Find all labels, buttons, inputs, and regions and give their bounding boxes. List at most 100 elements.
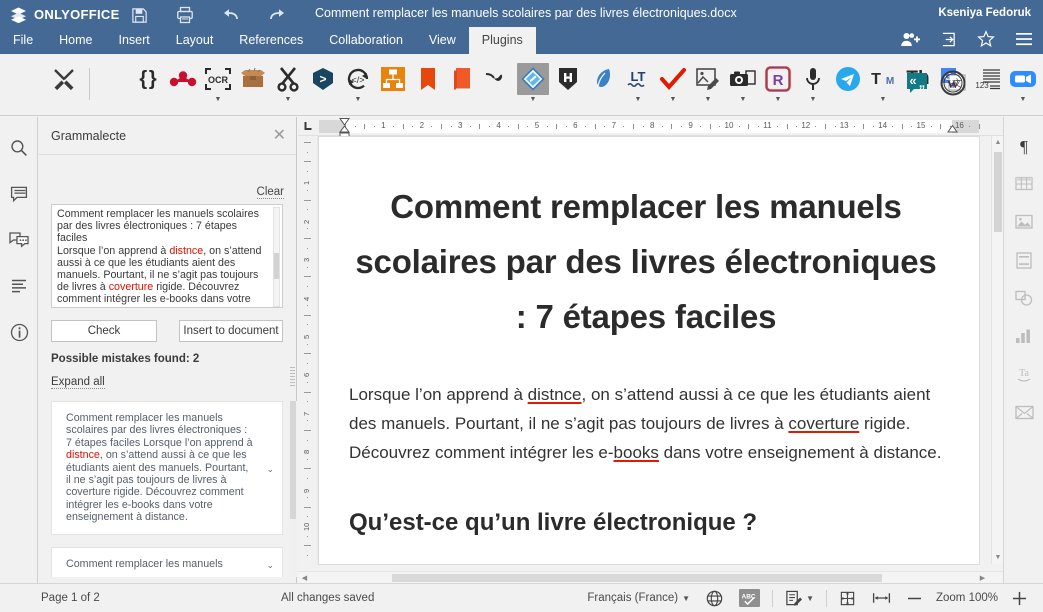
plugin-count-lines-icon[interactable]: 123 [968, 58, 1008, 108]
chevron-down-icon[interactable]: ⌄ [266, 463, 274, 475]
track-changes-button[interactable]: ▼ [777, 587, 822, 609]
tab-collaboration[interactable]: Collaboration [316, 27, 416, 54]
chevron-down-icon[interactable]: ▼ [1020, 96, 1027, 103]
vertical-ruler[interactable]: 1 2 3 4 5 6 7 8 9 10 [298, 136, 318, 564]
zoom-level-label[interactable]: Zoom 100% [930, 592, 1004, 604]
image-settings-icon[interactable] [1004, 203, 1043, 241]
paragraph-settings-icon[interactable]: ¶ [1004, 127, 1043, 165]
plugin-macros-icon[interactable]: { } [128, 58, 168, 108]
cards-scrollbar[interactable] [289, 401, 297, 577]
fit-to-page-icon[interactable] [831, 587, 864, 609]
chevron-down-icon[interactable]: ▼ [635, 96, 642, 103]
chevron-down-icon[interactable]: ▼ [670, 96, 677, 103]
spell-checking-toggle[interactable]: ABC [731, 587, 768, 609]
plugin-clipart-scissors-icon[interactable]: ▼ [268, 58, 308, 108]
vertical-scroll-thumb[interactable] [994, 152, 1002, 232]
chevron-down-icon[interactable]: ▼ [682, 594, 690, 603]
zoom-in-icon[interactable] [1004, 587, 1035, 609]
plugin-readability-icon[interactable] [443, 58, 483, 108]
plugin-zoom-icon[interactable]: ▼ [1003, 58, 1043, 108]
set-document-language-icon[interactable] [698, 587, 731, 609]
plugin-camera-icon[interactable]: ▼ [723, 58, 763, 108]
favorite-star-icon[interactable] [975, 28, 997, 50]
cards-scrollbar-thumb[interactable] [290, 401, 296, 519]
document-horizontal-scrollbar[interactable]: ◀ ▶ [298, 571, 1003, 583]
tab-references[interactable]: References [226, 27, 316, 54]
header-footer-settings-icon[interactable] [1004, 241, 1043, 279]
zoom-out-icon[interactable] [899, 587, 930, 609]
page-number-status[interactable]: Page 1 of 2 [41, 592, 100, 604]
plugin-mendeley-icon[interactable] [163, 58, 203, 108]
tab-plugins[interactable]: Plugins [468, 27, 536, 54]
shape-settings-icon[interactable] [1004, 279, 1043, 317]
chevron-down-icon[interactable]: ▼ [810, 96, 817, 103]
plugin-wordpress-icon[interactable]: W [933, 62, 973, 112]
tab-insert[interactable]: Insert [106, 27, 163, 54]
plugin-spellcheck-check-icon[interactable]: ▼ [653, 58, 693, 108]
first-line-indent-marker[interactable] [339, 118, 350, 126]
save-icon[interactable] [125, 3, 153, 27]
plugin-translator-tm-icon[interactable]: T M ▼ [863, 58, 903, 108]
mistake-card[interactable]: Comment remplacer les manuels scolaires … [51, 401, 283, 535]
document-vertical-scrollbar[interactable]: ▲ ▼ [991, 136, 1003, 564]
tab-home[interactable]: Home [46, 27, 105, 54]
chevron-down-icon[interactable]: ▼ [355, 96, 362, 103]
open-file-location-icon[interactable] [937, 28, 959, 50]
chevron-down-icon[interactable]: ▼ [775, 96, 782, 103]
plugin-settings-wrench-icon[interactable] [44, 58, 84, 108]
advanced-settings-menu-icon[interactable] [1013, 28, 1035, 50]
chevron-down-icon[interactable]: ▼ [215, 96, 222, 103]
close-icon[interactable]: ✕ [273, 127, 286, 144]
chevron-down-icon[interactable]: ▼ [880, 96, 887, 103]
chart-settings-icon[interactable] [1004, 317, 1043, 355]
chevron-down-icon[interactable]: ⌄ [266, 559, 274, 571]
check-button[interactable]: Check [51, 320, 157, 342]
chevron-down-icon[interactable]: ▼ [285, 96, 292, 103]
document-page[interactable]: Comment remplacer les manuels scolaires … [319, 137, 979, 564]
tab-stop-left-icon[interactable] [300, 119, 316, 134]
fit-to-width-icon[interactable] [864, 587, 899, 609]
page-content[interactable]: Comment remplacer les manuels scolaires … [319, 137, 979, 539]
print-icon[interactable] [171, 3, 199, 27]
horizontal-ruler[interactable]: 1 2 3 4 5 6 7 8 9 10 11 12 13 14 15 16 [298, 117, 1003, 139]
plugin-zotero-icon[interactable]: > [303, 58, 343, 108]
panel-resize-grip[interactable] [290, 367, 295, 389]
text-art-settings-icon[interactable]: Ta [1004, 355, 1043, 393]
plugin-pipe-icon[interactable] [478, 58, 518, 108]
plugin-grammalecte-icon[interactable]: ▼ [513, 58, 553, 108]
clear-link[interactable]: Clear [256, 186, 284, 199]
plugin-doc-translator-icon[interactable]: </> ▼ [338, 58, 378, 108]
tab-layout[interactable]: Layout [163, 27, 227, 54]
right-indent-marker[interactable] [947, 125, 958, 133]
horizontal-scroll-thumb[interactable] [392, 574, 882, 582]
chevron-down-icon[interactable]: ▼ [530, 96, 537, 103]
plugin-speech-microphone-icon[interactable]: ▼ [793, 58, 833, 108]
redo-icon[interactable] [263, 3, 291, 27]
tab-view[interactable]: View [416, 27, 469, 54]
plugin-rainbow-r-icon[interactable]: R ▼ [758, 58, 798, 108]
ruler-track[interactable]: 1 2 3 4 5 6 7 8 9 10 11 12 13 14 15 16 [319, 118, 980, 139]
plugin-ocr-icon[interactable]: OCR ▼ [198, 58, 238, 108]
mail-merge-settings-icon[interactable] [1004, 393, 1043, 431]
chevron-down-icon[interactable]: ▼ [740, 96, 747, 103]
table-settings-icon[interactable] [1004, 165, 1043, 203]
plugin-languagetool-icon[interactable]: LT ▼ [618, 58, 658, 108]
sidebar-about-icon[interactable] [0, 313, 38, 351]
plugin-telegram-icon[interactable] [828, 58, 868, 108]
manage-access-rights-icon[interactable] [899, 28, 921, 50]
plugin-draw-io-icon[interactable] [373, 58, 413, 108]
mistake-card[interactable]: Comment remplacer les manuels ⌄ [51, 546, 283, 577]
plugin-highlight-code-icon[interactable] [548, 58, 588, 108]
tab-file[interactable]: File [0, 27, 46, 54]
chevron-down-icon[interactable]: ▼ [705, 96, 712, 103]
plugin-wordpress-red-icon[interactable] [408, 58, 448, 108]
plugin-thesaurus-blue-icon[interactable] [583, 58, 623, 108]
document-language-selector[interactable]: Français (France) ▼ [579, 587, 698, 609]
undo-icon[interactable] [217, 3, 245, 27]
sidebar-chat-icon[interactable] [0, 221, 38, 259]
sidebar-search-icon[interactable] [0, 129, 38, 167]
sidebar-headings-icon[interactable] [0, 267, 38, 305]
insert-to-document-button[interactable]: Insert to document [179, 320, 283, 342]
plugin-photo-editor-icon[interactable]: ▼ [688, 58, 728, 108]
plugin-quotes-icon[interactable]: « „ [898, 62, 938, 112]
